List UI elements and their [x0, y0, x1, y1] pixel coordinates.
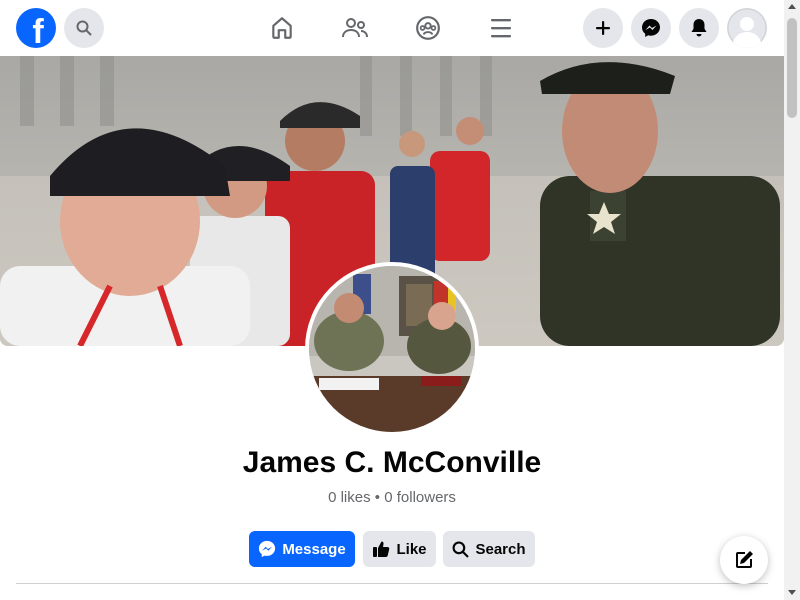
profile-picture-image	[309, 266, 475, 432]
groups-nav-button[interactable]	[412, 12, 444, 44]
section-divider	[16, 583, 768, 584]
friends-nav-button[interactable]	[339, 12, 371, 44]
scrollbar-thumb[interactable]	[787, 18, 797, 118]
compose-message-button[interactable]	[720, 536, 768, 584]
create-button[interactable]	[583, 8, 623, 48]
scroll-down-arrow-icon[interactable]	[788, 590, 796, 595]
page-scrollbar[interactable]	[784, 0, 800, 600]
thumbs-up-icon	[373, 541, 390, 557]
top-navigation-bar: f	[0, 0, 784, 56]
menu-nav-button[interactable]	[485, 12, 517, 44]
home-icon	[272, 17, 292, 39]
message-button[interactable]: Message	[249, 531, 355, 567]
compose-icon	[736, 551, 753, 568]
notifications-button[interactable]	[679, 8, 719, 48]
like-button-label: Like	[396, 540, 427, 558]
stats-separator: •	[374, 489, 381, 506]
groups-icon	[416, 16, 440, 40]
account-avatar-icon	[727, 8, 767, 48]
message-button-label: Message	[282, 540, 346, 558]
followers-count[interactable]: 0 followers	[384, 489, 456, 506]
facebook-logo-letter: f	[32, 13, 44, 51]
search-profile-button[interactable]: Search	[443, 531, 535, 567]
profile-stats: 0 likes • 0 followers	[0, 489, 784, 506]
search-button[interactable]	[64, 8, 104, 48]
search-icon	[453, 541, 469, 557]
scroll-up-arrow-icon[interactable]	[788, 4, 796, 9]
messenger-icon	[259, 540, 276, 558]
search-button-label: Search	[475, 540, 526, 558]
likes-count[interactable]: 0 likes	[328, 489, 371, 506]
bell-icon	[691, 19, 707, 37]
profile-name: James C. McConville	[242, 446, 542, 479]
account-button[interactable]	[727, 8, 767, 48]
profile-picture[interactable]	[305, 262, 479, 436]
messenger-button[interactable]	[631, 8, 671, 48]
friends-icon	[342, 18, 368, 38]
search-icon	[76, 20, 92, 36]
menu-icon	[491, 19, 511, 38]
like-button[interactable]: Like	[363, 531, 436, 567]
home-nav-button[interactable]	[266, 12, 298, 44]
messenger-icon	[642, 19, 660, 37]
facebook-logo[interactable]: f	[16, 8, 56, 51]
plus-icon	[596, 21, 610, 35]
